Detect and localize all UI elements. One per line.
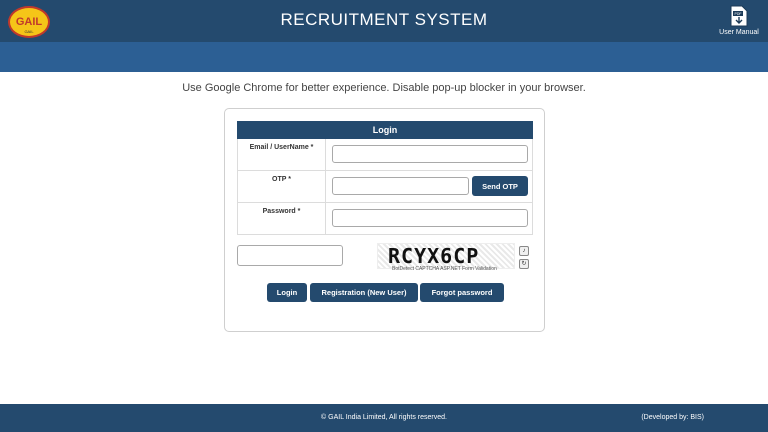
- captcha-reload-icon[interactable]: ↻: [519, 259, 529, 269]
- sub-bar: [0, 42, 768, 72]
- forgot-password-button[interactable]: Forgot password: [420, 283, 504, 302]
- login-button[interactable]: Login: [267, 283, 307, 302]
- browser-notice: Use Google Chrome for better experience.…: [182, 82, 586, 94]
- captcha-audio-icon[interactable]: ♪: [519, 246, 529, 256]
- otp-label: OTP *: [238, 171, 326, 202]
- otp-field[interactable]: [332, 177, 469, 195]
- top-header: GAIL GAIL RECRUITMENT SYSTEM PDF User Ma…: [0, 0, 768, 42]
- email-row: Email / UserName *: [237, 139, 533, 171]
- otp-row: OTP * Send OTP: [237, 171, 533, 203]
- login-card: Login Email / UserName * OTP * Send OTP …: [224, 108, 545, 332]
- captcha-input[interactable]: [237, 245, 343, 266]
- send-otp-button[interactable]: Send OTP: [472, 176, 528, 196]
- footer-developer: (Developed by: BIS): [641, 414, 704, 421]
- email-label: Email / UserName *: [238, 139, 326, 170]
- password-row: Password *: [237, 203, 533, 235]
- footer: © GAIL India Limited, All rights reserve…: [0, 404, 768, 432]
- user-manual-label: User Manual: [719, 29, 759, 36]
- svg-text:PDF: PDF: [735, 12, 742, 16]
- captcha-text: RCYX6CP: [388, 244, 480, 268]
- pdf-download-icon: PDF: [730, 5, 748, 27]
- captcha-note: BotDetect CAPTCHA ASP.NET Form Validatio…: [392, 266, 497, 272]
- email-field[interactable]: [332, 145, 528, 163]
- password-field[interactable]: [332, 209, 528, 227]
- login-heading: Login: [237, 121, 533, 139]
- captcha-image: RCYX6CP BotDetect CAPTCHA ASP.NET Form V…: [377, 243, 515, 272]
- password-label: Password *: [238, 203, 326, 234]
- register-button[interactable]: Registration (New User): [310, 283, 418, 302]
- page-title: RECRUITMENT SYSTEM: [280, 10, 488, 29]
- user-manual-link[interactable]: PDF User Manual: [716, 5, 762, 36]
